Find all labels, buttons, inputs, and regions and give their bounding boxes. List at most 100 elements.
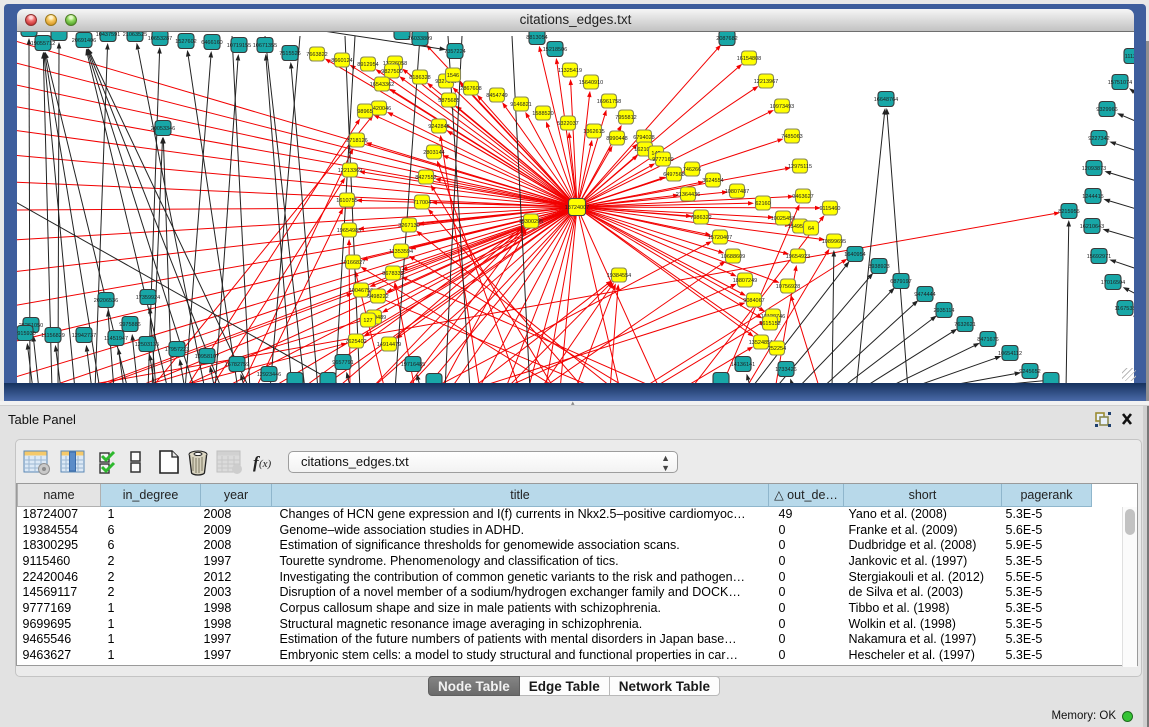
svg-text:16154808: 16154808 [737,56,761,62]
svg-text:19166827: 19166827 [341,260,365,266]
svg-text:16033809: 16033809 [408,36,432,42]
svg-text:9463627: 9463627 [792,194,813,200]
svg-text:98965: 98965 [357,109,372,115]
svg-text:9657791: 9657791 [332,360,353,366]
svg-text:10973493: 10973493 [770,104,794,110]
svg-text:9242848: 9242848 [428,124,449,130]
svg-text:7986322: 7986322 [690,215,711,221]
svg-text:5875685: 5875685 [438,98,459,104]
svg-text:18807249: 18807249 [733,278,757,284]
svg-text:6794028: 6794028 [633,135,654,141]
svg-text:62160: 62160 [755,201,770,207]
svg-text:15218506: 15218506 [543,47,567,53]
svg-text:3915930: 3915930 [17,331,36,337]
svg-text:746266: 746266 [683,167,701,173]
svg-text:7357224: 7357224 [444,49,465,55]
svg-text:8938923: 8938923 [868,264,889,270]
svg-text:10671355: 10671355 [253,43,277,49]
svg-text:10654112: 10654112 [998,351,1022,357]
svg-text:(x): (x) [259,458,272,470]
svg-text:10437591: 10437591 [96,32,120,38]
svg-text:14914479: 14914479 [377,342,401,348]
svg-text:11123: 11123 [1125,54,1134,60]
svg-text:16782759: 16782759 [225,362,249,368]
svg-text:9084067: 9084067 [743,298,764,304]
svg-text:1167533: 1167533 [1114,306,1134,312]
svg-text:2867608: 2867608 [460,86,481,92]
svg-text:10025458: 10025458 [771,216,795,222]
svg-text:10899695: 10899695 [822,239,846,245]
svg-text:10807487: 10807487 [725,189,749,195]
svg-text:1733426: 1733426 [775,367,796,373]
svg-text:21063525: 21063525 [123,32,147,38]
svg-text:9827500: 9827500 [381,69,402,75]
svg-text:9474444: 9474444 [914,292,935,298]
svg-text:1640954: 1640954 [844,252,865,258]
svg-text:7625402: 7625402 [345,339,366,345]
svg-text:6497568: 6497568 [663,172,684,178]
svg-text:7485063: 7485063 [781,134,802,140]
svg-text:16961758: 16961758 [597,99,621,105]
svg-text:1546: 1546 [447,73,459,79]
svg-text:10958107: 10958107 [195,354,219,360]
svg-text:5498222: 5498222 [367,294,388,300]
svg-text:12093873: 12093873 [1082,166,1106,172]
svg-text:10719155: 10719155 [227,43,251,49]
svg-text:2087682: 2087682 [716,36,737,42]
svg-text:11353594: 11353594 [389,249,413,255]
svg-text:10653287: 10653287 [148,36,172,42]
svg-text:19384554: 19384554 [607,273,631,279]
svg-text:2718126: 2718126 [346,138,367,144]
svg-text:64: 64 [808,226,814,232]
svg-text:9245652: 9245652 [1019,369,1040,375]
svg-text:15720407: 15720407 [708,235,732,241]
svg-text:1615152: 1615152 [759,321,780,327]
svg-text:8660124: 8660124 [331,58,352,64]
svg-text:7955812: 7955812 [615,115,636,121]
svg-text:8454749: 8454749 [486,93,507,99]
svg-text:20206536: 20206536 [94,298,118,304]
svg-text:16543362: 16543362 [370,82,394,88]
svg-text:20691406: 20691406 [72,38,96,44]
svg-text:5322037: 5322037 [557,121,578,127]
svg-text:3624554: 3624554 [702,178,723,184]
svg-text:19716485: 19716485 [401,362,425,368]
svg-text:15751074: 15751074 [1108,80,1132,86]
svg-text:9329966: 9329966 [1096,107,1117,113]
svg-text:19055712: 19055712 [31,41,55,47]
svg-text:18300295: 18300295 [519,219,543,225]
svg-text:16210643: 16210643 [1080,224,1104,230]
svg-text:8912954: 8912954 [357,62,378,68]
svg-text:11325419: 11325419 [558,68,582,74]
svg-text:1244415: 1244415 [1082,194,1103,200]
svg-text:8471676: 8471676 [977,337,998,343]
svg-text:8186328: 8186328 [409,75,430,81]
svg-text:127: 127 [363,318,372,324]
svg-text:2803144: 2803144 [423,150,444,156]
svg-text:7632621: 7632621 [954,322,975,328]
svg-text:19654985: 19654985 [337,228,361,234]
svg-text:6466160: 6466160 [201,40,222,46]
svg-text:9115460: 9115460 [819,206,840,212]
svg-text:1527602: 1527602 [175,39,196,45]
svg-text:17957223: 17957223 [165,347,189,353]
svg-text:3267130: 3267130 [398,223,419,229]
svg-text:717004: 717004 [413,200,431,206]
svg-text:9975886: 9975886 [119,322,140,328]
svg-text:2935114: 2935114 [933,308,954,314]
svg-text:10688609: 10688609 [721,254,745,260]
svg-text:11451947: 11451947 [104,336,128,342]
svg-text:21364436: 21364436 [676,192,700,198]
svg-text:7515526: 7515526 [279,51,300,57]
svg-text:12923446: 12923446 [257,372,281,378]
svg-text:7663822: 7663822 [306,52,327,58]
svg-text:9227342: 9227342 [1088,136,1109,142]
svg-text:12942737: 12942737 [72,333,96,339]
svg-text:19654923: 19654923 [786,254,810,260]
svg-text:8427552: 8427552 [415,175,436,181]
svg-text:11156829: 11156829 [41,333,65,339]
svg-text:15692971: 15692971 [1087,254,1111,260]
svg-text:252254: 252254 [768,346,786,352]
svg-text:10756928: 10756928 [776,284,800,290]
svg-text:9146821: 9146821 [510,102,531,108]
